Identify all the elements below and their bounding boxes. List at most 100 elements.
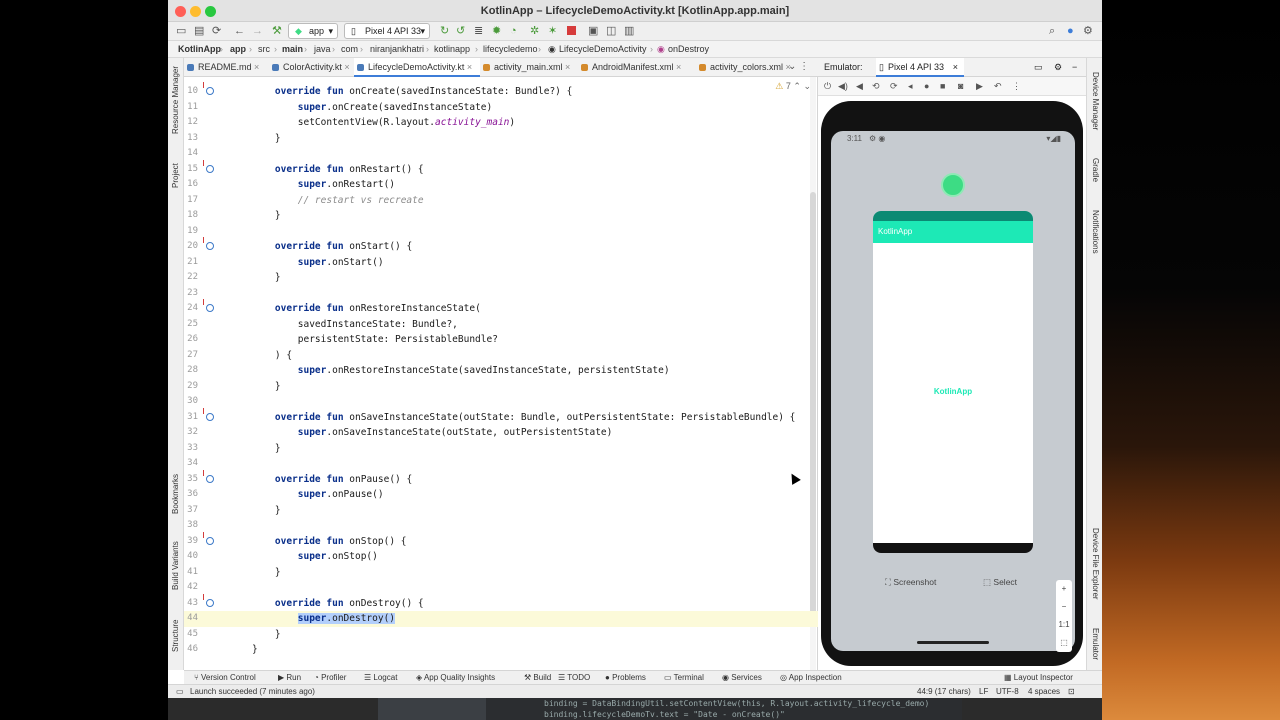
code-line[interactable]: 35 override fun onPause() {	[184, 469, 818, 488]
code-line[interactable]: 16 super.onRestart()	[184, 177, 818, 193]
stop-icon[interactable]	[567, 26, 576, 35]
override-marker-icon[interactable]	[203, 237, 214, 250]
zoom-fit-button[interactable]: ⬚	[1056, 634, 1072, 652]
breadcrumb-item[interactable]: onDestroy	[668, 41, 709, 57]
volume-up-icon[interactable]: ◀)	[838, 81, 848, 92]
gear-icon[interactable]: ⚙	[1054, 58, 1062, 77]
tool-window-notifications[interactable]: Notifications	[1091, 210, 1100, 254]
breadcrumb-item[interactable]: kotlinapp	[434, 41, 470, 57]
code-line[interactable]: 31 override fun onSaveInstanceState(outS…	[184, 407, 818, 426]
editor-tab[interactable]: LifecycleDemoActivity.kt ×	[354, 58, 480, 77]
tool-window-gradle[interactable]: Gradle	[1091, 158, 1100, 182]
code-line[interactable]: 34	[184, 456, 818, 472]
code-line[interactable]: 21 super.onStart()	[184, 255, 818, 271]
override-marker-icon[interactable]	[203, 159, 214, 173]
device-dropdown[interactable]: ▯ Pixel 4 API 33 ▾	[344, 23, 430, 39]
tool-run[interactable]: ▶ Run	[278, 671, 301, 684]
breadcrumb-item[interactable]: java	[314, 41, 331, 57]
search-icon[interactable]: ⌕	[1049, 24, 1055, 38]
debug-icon[interactable]: ✹	[492, 24, 501, 38]
attach-debugger-icon[interactable]: ✲	[530, 24, 539, 38]
tool-app-quality-insights[interactable]: ◈ App Quality Insights	[416, 671, 495, 684]
tab-overflow-icon[interactable]: ⌄ ⋮	[788, 61, 809, 72]
android-robot-icon[interactable]	[941, 173, 965, 197]
code-line[interactable]: 27 ) {	[184, 348, 818, 364]
code-line[interactable]: 22 }	[184, 270, 818, 286]
override-marker-icon[interactable]	[203, 593, 214, 607]
code-line[interactable]: 12 setContentView(R.layout.activity_main…	[184, 115, 818, 131]
status-toggle-icon[interactable]: ▭	[176, 685, 184, 698]
forward-arrow-icon[interactable]: →	[252, 24, 263, 38]
tool-terminal[interactable]: ▭ Terminal	[664, 671, 704, 684]
code-line[interactable]: 11 super.onCreate(savedInstanceState)	[184, 100, 818, 116]
tool-build[interactable]: ⚒ Build	[524, 671, 551, 684]
tool-window-bookmarks[interactable]: Bookmarks	[171, 474, 180, 514]
code-line[interactable]: 45 }	[184, 627, 818, 643]
code-line[interactable]: 17 // restart vs recreate	[184, 193, 818, 209]
zoom-in-button[interactable]: +	[1056, 580, 1072, 598]
breadcrumb-item[interactable]: niranjankhatri	[370, 41, 424, 57]
code-line[interactable]: 43 override fun onDestroy() {	[184, 593, 818, 612]
code-line[interactable]: 29 }	[184, 379, 818, 395]
breadcrumb-item[interactable]: KotlinApp	[178, 41, 221, 57]
code-line[interactable]: 37 }	[184, 503, 818, 519]
close-icon[interactable]: ×	[674, 62, 681, 72]
build-hammer-icon[interactable]: ⚒	[272, 24, 282, 38]
code-editor[interactable]: ⚠ 7 ⌃ ⌄ 10 override fun onCreate(savedIn…	[184, 77, 818, 670]
power-icon[interactable]: ⏻	[824, 81, 831, 92]
overview-icon[interactable]: ■	[940, 81, 945, 91]
back-arrow-icon[interactable]: ←	[234, 24, 245, 38]
open-folder-icon[interactable]: ▭	[176, 24, 186, 38]
code-line[interactable]: 40 super.onStop()	[184, 549, 818, 565]
tool-window-project[interactable]: Project	[171, 163, 180, 188]
tool-problems[interactable]: ● Problems	[605, 671, 646, 684]
editor-tab[interactable]: AndroidManifest.xml ×	[578, 58, 696, 77]
restore-window-icon[interactable]: ▭	[1034, 58, 1043, 77]
rerun-icon[interactable]: ↻	[440, 24, 449, 38]
zoom-out-button[interactable]: −	[1056, 598, 1072, 616]
gesture-home-bar[interactable]	[917, 641, 989, 644]
app-preview-window[interactable]: KotlinApp KotlinApp	[873, 211, 1033, 553]
tool-services[interactable]: ◉ Services	[722, 671, 762, 684]
rotate-left-icon[interactable]: ⟲	[872, 81, 880, 92]
screenshot-button[interactable]: ⛶ Screenshot	[885, 577, 936, 588]
avd-manager-icon[interactable]: ▥	[624, 24, 634, 38]
device-screen[interactable]: 3:11 ⚙ ◉ ▾◢▮ KotlinApp KotlinApp ⛶ Scree…	[831, 131, 1075, 651]
code-line[interactable]: 19	[184, 224, 818, 240]
indent-setting[interactable]: 4 spaces	[1028, 685, 1060, 698]
code-line[interactable]: 23	[184, 286, 818, 302]
override-marker-icon[interactable]	[203, 82, 214, 95]
apply-changes-icon[interactable]: ↺	[456, 24, 465, 38]
override-marker-icon[interactable]	[203, 531, 214, 545]
close-icon[interactable]: ×	[953, 58, 958, 77]
file-encoding[interactable]: UTF-8	[996, 685, 1019, 698]
record-icon[interactable]: ▶	[976, 81, 983, 92]
code-line[interactable]: 13 }	[184, 131, 818, 147]
code-line[interactable]: 25 savedInstanceState: Bundle?,	[184, 317, 818, 333]
line-separator[interactable]: LF	[979, 685, 988, 698]
run-config-dropdown[interactable]: ◆ app ▾	[288, 23, 338, 39]
override-marker-icon[interactable]	[203, 407, 214, 421]
save-icon[interactable]: ▤	[194, 24, 204, 38]
code-line[interactable]: 46}	[184, 642, 818, 658]
tool-window-emulator[interactable]: Emulator	[1091, 628, 1100, 660]
update-icon[interactable]: ●	[1067, 24, 1074, 38]
code-line[interactable]: 24 override fun onRestoreInstanceState(	[184, 299, 818, 317]
code-line[interactable]: 15 override fun onRestart() {	[184, 159, 818, 178]
apply-code-icon[interactable]: ✶	[548, 24, 557, 38]
home-icon[interactable]: ●	[924, 81, 929, 91]
code-line[interactable]: 33 }	[184, 441, 818, 457]
tool-version-control[interactable]: ⑂ Version Control	[194, 671, 256, 684]
code-line[interactable]: 44 super.onDestroy()	[184, 611, 818, 627]
rotate-right-icon[interactable]: ⟳	[890, 81, 898, 92]
close-icon[interactable]: ×	[563, 62, 570, 72]
override-marker-icon[interactable]	[203, 299, 214, 312]
zoom-actual-button[interactable]: 1:1	[1056, 616, 1072, 634]
breadcrumb-item[interactable]: src	[258, 41, 270, 57]
breadcrumb-item[interactable]: app	[230, 41, 246, 57]
device-mirror-icon[interactable]: ▣	[588, 24, 598, 38]
tool-window-device-file-explorer[interactable]: Device File Explorer	[1091, 528, 1100, 600]
editor-tab[interactable]: ColorActivity.kt ×	[269, 58, 354, 77]
code-line[interactable]: 42	[184, 580, 818, 596]
code-line[interactable]: 28 super.onRestoreInstanceState(savedIns…	[184, 363, 818, 379]
